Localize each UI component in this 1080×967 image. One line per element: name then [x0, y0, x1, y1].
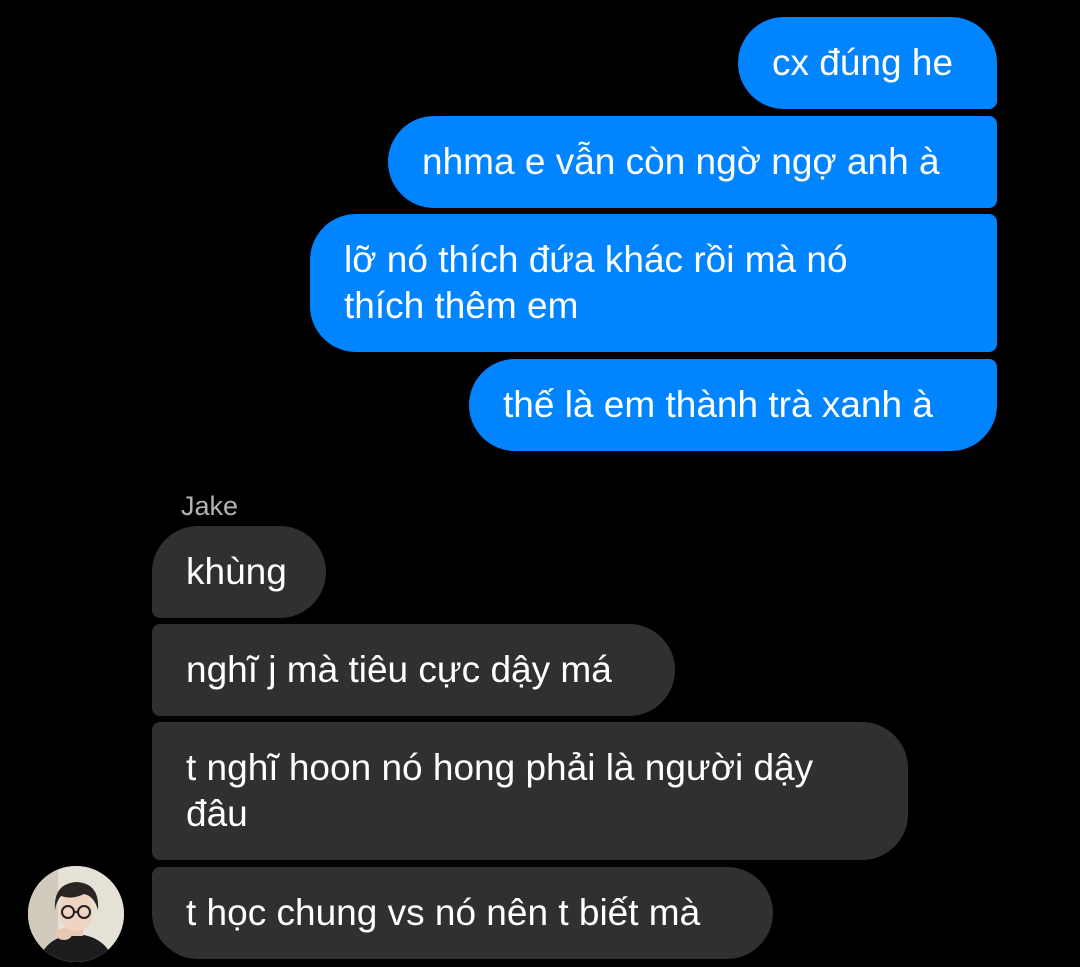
- outgoing-message[interactable]: lỡ nó thích đứa khác rồi mà nó thích thê…: [310, 214, 997, 352]
- outgoing-message[interactable]: thế là em thành trà xanh à: [469, 359, 997, 451]
- incoming-message[interactable]: khùng: [152, 526, 326, 618]
- outgoing-message[interactable]: nhma e vẫn còn ngờ ngợ anh à: [388, 116, 997, 208]
- outgoing-message[interactable]: cx đúng he: [738, 17, 997, 109]
- sender-name: Jake: [181, 491, 239, 521]
- incoming-message[interactable]: t nghĩ hoon nó hong phải là người dậy đâ…: [152, 722, 908, 860]
- incoming-message[interactable]: nghĩ j mà tiêu cực dậy má: [152, 624, 675, 716]
- incoming-message[interactable]: t học chung vs nó nên t biết mà: [152, 867, 773, 959]
- user-avatar-icon: [28, 866, 124, 962]
- avatar[interactable]: [28, 866, 124, 962]
